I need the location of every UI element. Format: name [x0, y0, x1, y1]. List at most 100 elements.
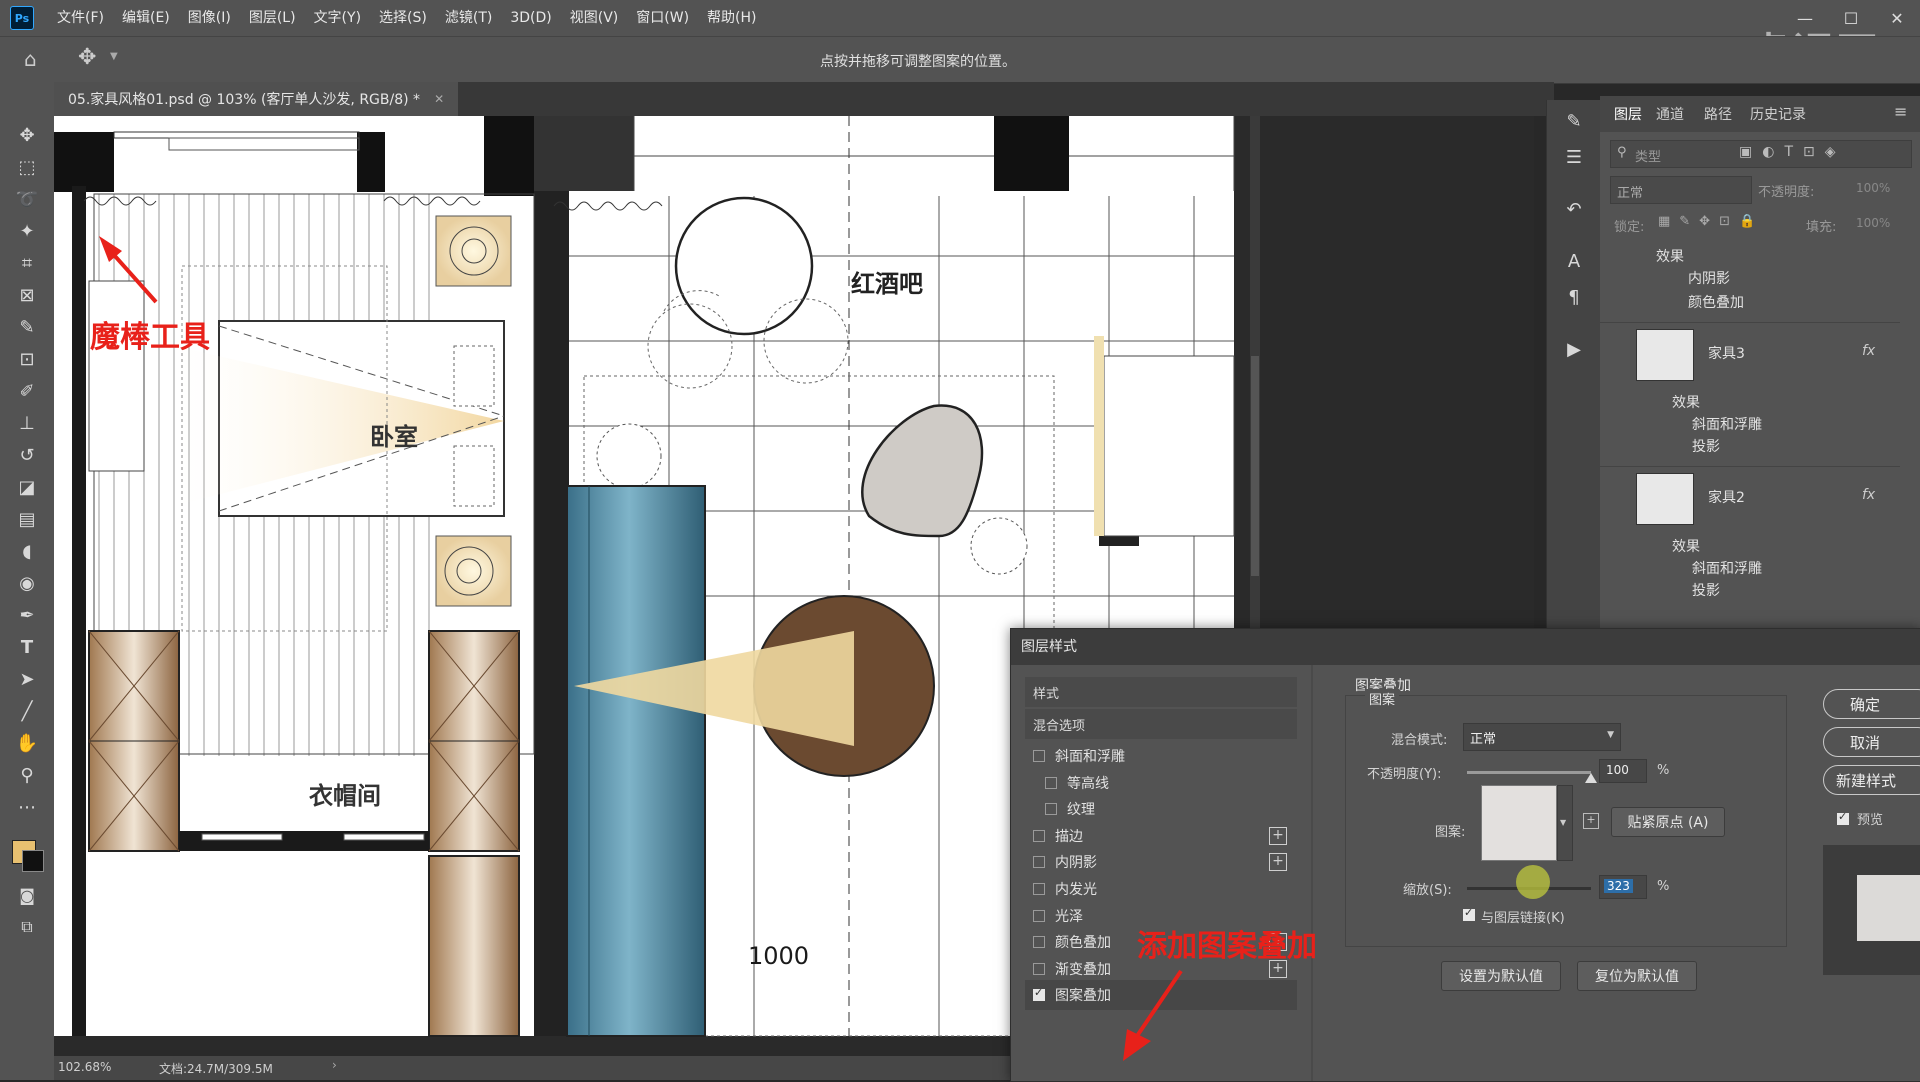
line-icon[interactable]: ╱	[13, 698, 41, 724]
screen-mode-icon[interactable]: ⧉	[13, 914, 41, 940]
style-item[interactable]: 内阴影 +	[1025, 847, 1297, 877]
menu-type[interactable]: 文字(Y)	[305, 0, 370, 36]
style-checkbox[interactable]	[1033, 829, 1045, 842]
move-icon[interactable]: ✥	[13, 122, 41, 148]
brush-icon[interactable]: ✐	[13, 378, 41, 404]
style-checkbox[interactable]	[1033, 909, 1045, 922]
cancel-button[interactable]: 取消	[1823, 727, 1920, 757]
style-checkbox[interactable]	[1033, 962, 1045, 975]
menu-image[interactable]: 图像(I)	[179, 0, 240, 36]
chevron-down-icon[interactable]: ▼	[110, 51, 118, 62]
layer-effect-color-overlay[interactable]: 颜色叠加	[1688, 292, 1744, 312]
style-checkbox[interactable]	[1045, 803, 1057, 816]
adjustments-icon[interactable]: ☰	[1560, 144, 1588, 170]
lock-icons[interactable]: ▦✎✥⊡🔒	[1658, 214, 1764, 229]
menu-select[interactable]: 选择(S)	[370, 0, 436, 36]
preview-checkbox[interactable]: ✓	[1837, 810, 1849, 825]
eraser-icon[interactable]: ◪	[13, 474, 41, 500]
move-tool-icon[interactable]: ✥	[78, 45, 96, 70]
menu-help[interactable]: 帮助(H)	[698, 0, 765, 36]
scale-input[interactable]: 323	[1599, 875, 1647, 899]
snap-origin-button[interactable]: 贴紧原点 (A)	[1611, 807, 1725, 837]
type-icon[interactable]: T	[13, 634, 41, 660]
character-icon[interactable]: A	[1560, 248, 1588, 274]
close-tab-icon[interactable]: ✕	[434, 92, 444, 106]
style-item[interactable]: 斜面和浮雕	[1025, 741, 1297, 771]
new-preset-icon[interactable]: +	[1583, 813, 1599, 829]
crop-icon[interactable]: ⌗	[13, 250, 41, 276]
more-tools-icon[interactable]: ⋯	[13, 794, 41, 820]
add-style-icon[interactable]: +	[1269, 853, 1287, 872]
chevron-right-icon[interactable]: ›	[332, 1058, 337, 1072]
blend-mode-select[interactable]: 正常 ▼	[1463, 723, 1621, 751]
zoom-level[interactable]: 102.68%	[58, 1060, 111, 1074]
style-checkbox[interactable]	[1045, 776, 1057, 789]
layer-effect-drop-shadow[interactable]: 投影	[1692, 580, 1720, 600]
style-item[interactable]: 纹理	[1025, 794, 1297, 824]
style-checkbox[interactable]	[1033, 936, 1045, 949]
tab-layers[interactable]: 图层	[1614, 104, 1642, 124]
healing-icon[interactable]: ⊡	[13, 346, 41, 372]
paragraph-icon[interactable]: ¶	[1560, 284, 1588, 310]
quick-mask-icon[interactable]: ◙	[13, 882, 41, 908]
lasso-icon[interactable]: ➰	[13, 186, 41, 212]
tab-history[interactable]: 历史记录	[1750, 104, 1806, 124]
layer-filter-input[interactable]: ⚲ 类型 ▣◐T⊡◈	[1610, 140, 1912, 168]
ok-button[interactable]: 确定	[1823, 689, 1920, 719]
menu-layer[interactable]: 图层(L)	[240, 0, 305, 36]
style-item[interactable]: 内发光	[1025, 874, 1297, 904]
magic-wand-icon[interactable]: ✦	[13, 218, 41, 244]
fx-icon[interactable]: fx	[1862, 487, 1875, 503]
layer-effect-drop-shadow[interactable]: 投影	[1692, 436, 1720, 456]
blur-icon[interactable]: ◖	[13, 538, 41, 564]
panel-menu-icon[interactable]: ≡	[1894, 102, 1907, 121]
style-checkbox[interactable]	[1033, 750, 1045, 762]
link-checkbox[interactable]: ✓	[1463, 906, 1475, 921]
opacity-slider-handle[interactable]	[1585, 773, 1597, 783]
tab-channels[interactable]: 通道	[1656, 104, 1684, 124]
layer-effect-inner-shadow[interactable]: 内阴影	[1688, 268, 1730, 288]
gradient-icon[interactable]: ▤	[13, 506, 41, 532]
style-checkbox[interactable]	[1033, 883, 1045, 895]
opacity-input[interactable]: 100	[1599, 759, 1647, 783]
eyedropper-icon[interactable]: ✎	[13, 314, 41, 340]
frame-icon[interactable]: ⊠	[13, 282, 41, 308]
layer-effect-bevel[interactable]: 斜面和浮雕	[1692, 414, 1762, 434]
menu-filter[interactable]: 滤镜(T)	[436, 0, 501, 36]
reset-default-button[interactable]: 复位为默认值	[1577, 961, 1697, 991]
fx-icon[interactable]: fx	[1862, 343, 1875, 359]
tab-paths[interactable]: 路径	[1704, 104, 1732, 124]
menu-view[interactable]: 视图(V)	[561, 0, 628, 36]
path-select-icon[interactable]: ➤	[13, 666, 41, 692]
blend-options-item[interactable]: 混合选项	[1025, 709, 1297, 739]
menu-edit[interactable]: 编辑(E)	[113, 0, 179, 36]
stamp-icon[interactable]: ⊥	[13, 410, 41, 436]
opacity-slider[interactable]	[1467, 771, 1591, 774]
brush-settings-icon[interactable]: ✎	[1560, 108, 1588, 134]
history-brush-icon[interactable]: ↺	[13, 442, 41, 468]
history-icon[interactable]: ↶	[1560, 196, 1588, 222]
layer-opacity-value[interactable]: 100%	[1856, 181, 1890, 195]
zoom-icon[interactable]: ⚲	[13, 762, 41, 788]
fill-value[interactable]: 100%	[1856, 216, 1890, 230]
document-tab[interactable]: 05.家具风格01.psd @ 103% (客厅单人沙发, RGB/8) * ✕	[54, 82, 459, 116]
style-item[interactable]: 等高线	[1025, 768, 1297, 798]
menu-file[interactable]: 文件(F)	[48, 0, 113, 36]
style-checkbox[interactable]	[1033, 856, 1045, 869]
actions-play-icon[interactable]: ▶	[1560, 336, 1588, 362]
style-checkbox[interactable]	[1033, 986, 1045, 1002]
home-icon[interactable]: ⌂	[24, 47, 37, 71]
dodge-icon[interactable]: ◉	[13, 570, 41, 596]
filter-type-icons[interactable]: ▣◐T⊡◈	[1739, 144, 1846, 160]
add-style-icon[interactable]: +	[1269, 826, 1287, 845]
new-style-button[interactable]: 新建样式	[1823, 765, 1920, 795]
pen-icon[interactable]: ✒	[13, 602, 41, 628]
styles-header[interactable]: 样式	[1025, 677, 1297, 707]
pattern-picker-toggle[interactable]: ▼	[1557, 785, 1573, 861]
layer-row[interactable]: 家具3 fx	[1600, 322, 1900, 385]
layer-row[interactable]: 家具2 fx	[1600, 466, 1900, 529]
pattern-swatch[interactable]	[1481, 785, 1557, 861]
menu-3d[interactable]: 3D(D)	[501, 0, 560, 36]
hand-icon[interactable]: ✋	[13, 730, 41, 756]
dialog-title[interactable]: 图层样式	[1011, 629, 1920, 665]
